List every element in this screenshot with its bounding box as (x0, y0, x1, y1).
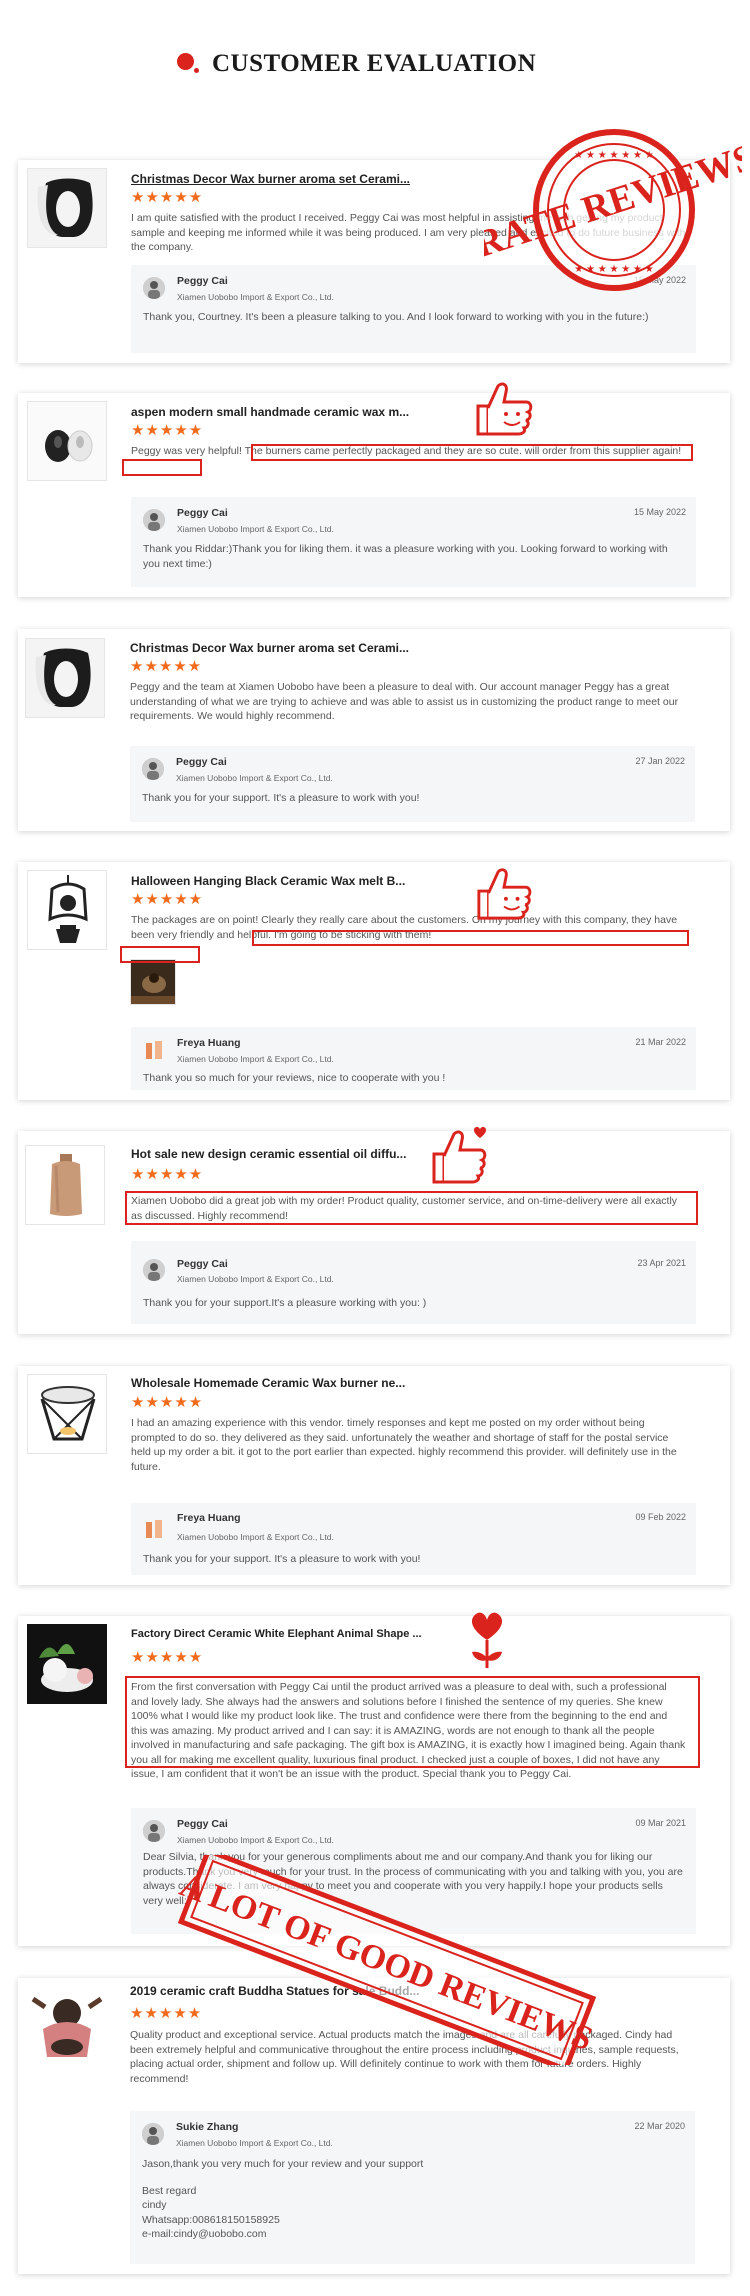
reply-author: Freya Huang (177, 1512, 241, 1524)
signature-line: cindy (142, 2199, 167, 2211)
reply-date: 15 May 2022 (633, 507, 686, 517)
reply-company: Xiamen Uobobo Import & Export Co., Ltd. (177, 524, 334, 534)
star-rating: ★★★★★ (130, 658, 203, 675)
product-thumbnail[interactable] (27, 168, 107, 248)
thumbs-up-smile-icon (477, 868, 532, 920)
reply-author: Freya Huang (177, 1037, 241, 1049)
section-header: CUSTOMER EVALUATION (0, 44, 750, 84)
product-thumbnail[interactable] (25, 1145, 105, 1225)
star-rating: ★★★★★ (131, 1649, 204, 1666)
star-rating: ★★★★★ (131, 1166, 204, 1183)
product-title-link[interactable]: Christmas Decor Wax burner aroma set Cer… (131, 172, 410, 186)
svg-text:★ ★ ★ ★ ★ ★ ★: ★ ★ ★ ★ ★ ★ ★ (574, 264, 653, 275)
review-text: Peggy and the team at Xiamen Uobobo have… (130, 681, 679, 722)
review-card: Halloween Hanging Black Ceramic Wax melt… (18, 862, 730, 1100)
reply-date: 09 Feb 2022 (635, 1512, 686, 1522)
highlight-box (122, 459, 202, 476)
reply-text: Thank you for your support.It's a pleasu… (143, 1297, 427, 1309)
reply-text-line: Jason,thank you very much for your revie… (142, 2158, 424, 2170)
svg-text:A LOT OF GOOD REVIEWS: A LOT OF GOOD REVIEWS (178, 1867, 596, 2059)
page-title: CUSTOMER EVALUATION (212, 50, 537, 77)
svg-text:★ ★ ★ ★ ★ ★ ★: ★ ★ ★ ★ ★ ★ ★ (574, 150, 653, 161)
review-card: Wholesale Homemade Ceramic Wax burner ne… (18, 1366, 730, 1585)
product-title-link[interactable]: Halloween Hanging Black Ceramic Wax melt… (131, 874, 405, 888)
signature-line: Best regard (142, 2184, 197, 2197)
supplier-reply: Sukie Zhang Xiamen Uobobo Import & Expor… (130, 2111, 695, 2264)
avatar (143, 1820, 165, 1842)
highlight-box (252, 930, 689, 946)
product-title-link[interactable]: Wholesale Homemade Ceramic Wax burner ne… (131, 1376, 405, 1390)
highlight-box (251, 444, 693, 461)
reply-author: Peggy Cai (177, 1258, 228, 1270)
star-rating: ★★★★★ (131, 891, 204, 908)
supplier-reply: Freya Huang Xiamen Uobobo Import & Expor… (131, 1503, 696, 1575)
reply-author: Peggy Cai (177, 507, 228, 519)
reply-company: Xiamen Uobobo Import & Export Co., Ltd. (177, 1274, 334, 1284)
reply-date: 27 Jan 2022 (635, 756, 685, 766)
reply-text: Thank you for your support. It's a pleas… (143, 1553, 421, 1565)
highlight-box (120, 946, 200, 963)
heart-flower-icon (471, 1612, 503, 1668)
reply-text: Thank you for your support. It's a pleas… (142, 792, 420, 804)
review-card: Christmas Decor Wax burner aroma set Cer… (18, 629, 730, 831)
star-rating: ★★★★★ (131, 422, 204, 439)
good-reviews-stamp: A LOT OF GOOD REVIEWS (178, 1855, 596, 2065)
reply-company: Xiamen Uobobo Import & Export Co., Ltd. (177, 292, 334, 302)
supplier-reply: Freya Huang Xiamen Uobobo Import & Expor… (131, 1027, 696, 1090)
reply-date: 23 Apr 2021 (637, 1258, 686, 1268)
reply-date: 22 Mar 2020 (634, 2121, 685, 2131)
product-title-link[interactable]: Christmas Decor Wax burner aroma set Cer… (130, 641, 409, 655)
company-logo-icon (143, 1518, 165, 1540)
reply-company: Xiamen Uobobo Import & Export Co., Ltd. (176, 2138, 333, 2148)
signature-line: e-mail:cindy@uobobo.com (142, 2228, 267, 2240)
supplier-reply: Peggy Cai Xiamen Uobobo Import & Export … (131, 497, 696, 587)
reply-company: Xiamen Uobobo Import & Export Co., Ltd. (177, 1054, 334, 1064)
reply-text: Thank you so much for your reviews, nice… (143, 1072, 446, 1084)
avatar (142, 758, 164, 780)
reply-date: 09 Mar 2021 (635, 1818, 686, 1828)
avatar (143, 509, 165, 531)
reply-text: Jason,thank you very much for your revie… (142, 2157, 682, 2242)
review-card: Hot sale new design ceramic essential oi… (18, 1131, 730, 1334)
reply-author: Peggy Cai (177, 1818, 228, 1830)
product-thumbnail[interactable] (25, 638, 105, 718)
review-card: aspen modern small handmade ceramic wax … (18, 393, 730, 597)
product-title-link[interactable]: Hot sale new design ceramic essential oi… (131, 1147, 406, 1161)
company-logo-icon (143, 1039, 165, 1061)
product-title-link[interactable]: aspen modern small handmade ceramic wax … (131, 405, 409, 419)
product-thumbnail[interactable] (27, 1624, 107, 1704)
reply-date: 21 Mar 2022 (635, 1037, 686, 1047)
highlight-box (125, 1191, 698, 1225)
reply-company: Xiamen Uobobo Import & Export Co., Ltd. (176, 773, 333, 783)
product-thumbnail[interactable] (27, 1374, 107, 1454)
review-text: I had an amazing experience with this ve… (131, 1417, 677, 1473)
rate-reviews-stamp: ★ ★ ★ ★ ★ ★ ★ ★ ★ ★ ★ ★ ★ ★ RATE REVIEWS (484, 129, 742, 291)
product-thumbnail[interactable] (27, 870, 107, 950)
avatar (142, 2123, 164, 2145)
reply-text: Thank you Riddar:)Thank you for liking t… (143, 543, 668, 570)
red-dot-icon (177, 53, 199, 73)
reply-author: Peggy Cai (176, 756, 227, 768)
avatar (143, 277, 165, 299)
supplier-reply: Peggy Cai Xiamen Uobobo Import & Export … (131, 1241, 696, 1324)
highlight-box (125, 1676, 700, 1768)
signature-line: Whatsapp:008618150158925 (142, 2213, 280, 2226)
reply-text: Thank you, Courtney. It's been a pleasur… (143, 311, 649, 323)
reply-author: Peggy Cai (177, 275, 228, 287)
product-thumbnail[interactable] (27, 1987, 107, 2067)
avatar (143, 1259, 165, 1281)
thumbs-up-smile-icon (476, 382, 533, 436)
reply-author: Sukie Zhang (176, 2121, 239, 2133)
review-photo[interactable] (130, 959, 176, 1005)
product-title-link[interactable]: Factory Direct Ceramic White Elephant An… (131, 1628, 422, 1640)
product-thumbnail[interactable] (27, 401, 107, 481)
reply-company: Xiamen Uobobo Import & Export Co., Ltd. (177, 1835, 334, 1845)
thumbs-up-heart-icon (432, 1127, 487, 1184)
supplier-reply: Peggy Cai Xiamen Uobobo Import & Export … (130, 746, 695, 822)
star-rating: ★★★★★ (131, 1394, 204, 1411)
star-rating: ★★★★★ (131, 189, 204, 206)
reply-company: Xiamen Uobobo Import & Export Co., Ltd. (177, 1532, 334, 1542)
